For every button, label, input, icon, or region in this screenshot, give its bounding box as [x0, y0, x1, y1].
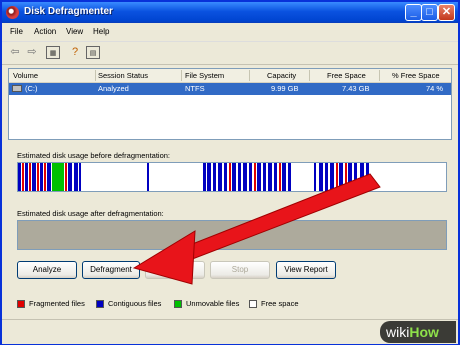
app-window: Disk Defragmenter _ □ ✕ File Action View…: [0, 0, 460, 345]
annotation-arrow: [132, 173, 381, 285]
wikihow-logo: wikiHow: [386, 324, 439, 340]
